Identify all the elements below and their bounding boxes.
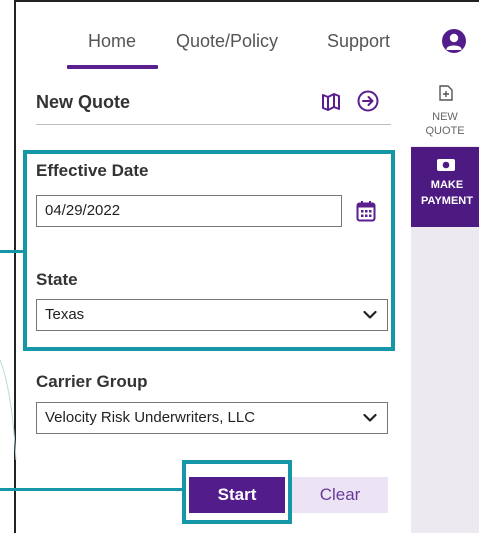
make-payment-button[interactable]: MAKE PAYMENT [411, 147, 479, 227]
top-nav: Home Quote/Policy Support [16, 2, 479, 80]
make-payment-label-line1: MAKE [430, 179, 464, 191]
carrier-group-select[interactable]: Velocity Risk Underwriters, LLC [36, 402, 388, 434]
new-quote-label: NEW QUOTE [411, 110, 479, 138]
clear-button[interactable]: Clear [292, 477, 388, 513]
new-quote-button[interactable]: NEW QUOTE [411, 80, 479, 146]
carrier-group-label: Carrier Group [36, 372, 148, 391]
make-payment-label-line2: PAYMENT [421, 195, 473, 207]
nav-active-indicator [67, 65, 158, 69]
nav-support[interactable]: Support [327, 31, 390, 52]
nav-quote-policy[interactable]: Quote/Policy [176, 31, 278, 52]
fields-callout-line [0, 250, 23, 253]
start-callout-line [0, 488, 182, 491]
map-icon[interactable] [320, 91, 342, 113]
make-payment-label: MAKE PAYMENT [411, 177, 479, 209]
panel-title: New Quote [36, 92, 131, 112]
fields-highlight-box [23, 150, 395, 351]
decorative-curve [0, 359, 17, 461]
carrier-group-selected-value: Velocity Risk Underwriters, LLC [45, 409, 256, 426]
new-quote-label-line1: NEW [432, 111, 458, 123]
chevron-down-icon [363, 413, 377, 422]
new-quote-label-line2: QUOTE [425, 125, 465, 137]
payment-card-icon [437, 159, 455, 171]
arrow-circle-right-icon[interactable] [356, 89, 380, 113]
panel-divider [36, 124, 391, 125]
user-avatar-icon[interactable] [442, 29, 466, 53]
nav-home[interactable]: Home [88, 31, 136, 52]
start-highlight-box [182, 460, 292, 524]
new-document-icon [439, 85, 453, 101]
